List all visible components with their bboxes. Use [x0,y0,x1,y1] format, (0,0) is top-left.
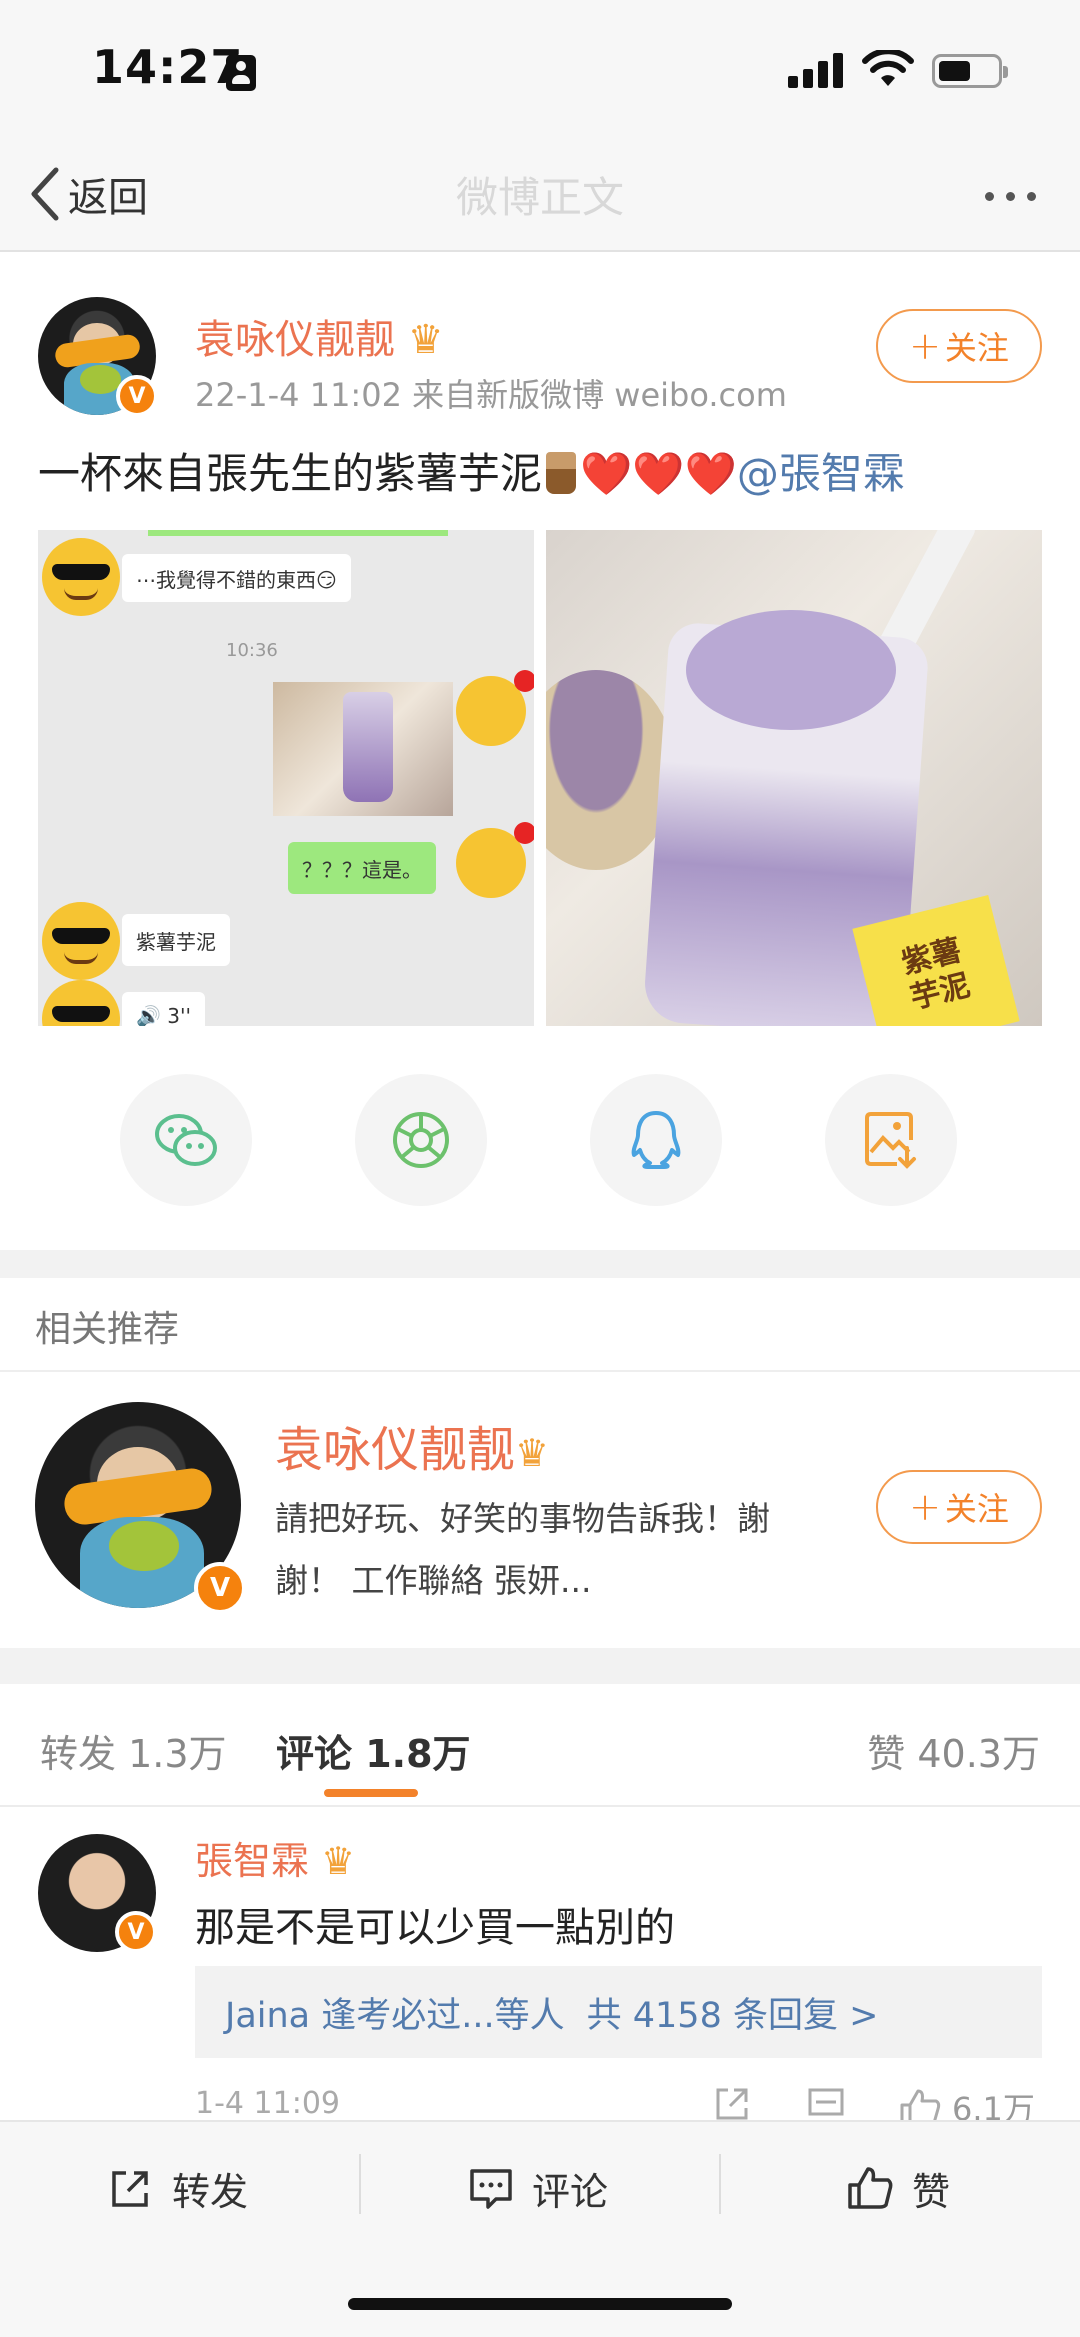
page-title: 微博正文 [455,173,624,222]
sunglasses-emoji [42,538,120,616]
post-image-chat[interactable]: ⋯我覺得不錯的東西😏 10:36 ？？？這是。 紫薯芋泥 🔊 3'' [38,530,534,1026]
sunglasses-emoji [42,980,120,1026]
contact-card-icon [226,55,256,91]
recommend-follow-button[interactable]: + 关注 [876,1470,1042,1544]
wifi-icon [862,50,914,86]
home-indicator[interactable] [348,2298,732,2310]
comment-reply-icon[interactable] [806,2084,846,2124]
save-image-icon [865,1112,916,1169]
crown-icon: ♛ [515,1431,550,1475]
post-author-name[interactable]: 袁咏仪靓靓 ♛ [195,307,444,365]
comment-button[interactable]: 评论 [468,2156,608,2220]
share-wechat-button[interactable] [120,1074,252,1206]
comment-share-icon[interactable] [712,2084,752,2124]
status-time: 14:27 [92,40,244,94]
more-options-button[interactable] [975,176,1045,216]
share-moments-button[interactable] [355,1074,487,1206]
separator [359,2154,361,2214]
chat-time: 10:36 [226,640,278,661]
section-title-recommend: 相关推荐 [35,1309,180,1350]
chat-bubble: 紫薯芋泥 [122,914,230,966]
crown-icon: ♛ [407,317,444,363]
thumbs-up-icon [848,2167,893,2209]
hearts-emoji: ❤️❤️❤️ [580,449,737,498]
qq-icon [631,1111,681,1169]
active-tab-indicator [324,1789,418,1797]
section-divider [0,1648,1080,1684]
chat-photo-thumbnail [273,682,453,816]
comment-tabs: 转发 1.3万 评论 1.8万 赞 40.3万 [0,1687,1080,1807]
repost-button[interactable]: 转发 [108,2156,248,2220]
divider [0,1370,1080,1372]
nav-bar: 返回 微博正文 [0,140,1080,252]
wechat-icon [155,1114,217,1166]
save-image-button[interactable] [825,1074,957,1206]
sunglasses-emoji [42,902,120,980]
verified-badge-icon: V [116,375,158,417]
battery-level [939,61,970,81]
section-divider [0,1250,1080,1278]
status-bar: 14:27 [0,0,1080,140]
cellular-signal-icon [788,52,846,88]
comment-text: 那是不是可以少買一點別的 [195,1905,675,1951]
verified-badge-icon: V [194,1562,246,1614]
like-button[interactable]: 赞 [846,2156,950,2220]
post-meta: 22-1-4 11:02 来自新版微博 weibo.com [195,376,787,414]
mention-link[interactable]: @張智霖 [737,449,905,498]
post-text: 一杯來自張先生的紫薯芋泥 ❤️❤️❤️@張智霖 [38,449,905,498]
tab-repost[interactable]: 转发 1.3万 [40,1723,227,1778]
comment-replies-link[interactable]: Jaina 逢考必过...等人 共 4158 条回复 > [195,1966,1042,2058]
crown-icon: ♛ [321,1839,356,1883]
comment-icon [470,2169,512,2209]
separator [719,2154,721,2214]
moments-icon [393,1112,449,1168]
blush-emoji [456,822,534,898]
bubble-tea-icon [546,452,577,494]
post-image-drink[interactable]: 紫薯 芋泥 [546,530,1042,1026]
tab-comment[interactable]: 评论 1.8万 [276,1723,471,1778]
chat-bubble: ？？？這是。 [288,842,436,894]
plus-icon: + [909,324,941,368]
plus-icon: + [909,1485,941,1529]
share-qq-button[interactable] [590,1074,722,1206]
recommend-description: 請把好玩、好笑的事物告訴我！謝謝！ 工作聯絡 張妍... [275,1499,770,1600]
comment-time: 1-4 11:09 [195,2086,340,2121]
follow-button[interactable]: + 关注 [876,309,1042,383]
battery-icon [932,54,1008,88]
chat-bubble: ⋯我覺得不錯的東西😏 [122,554,351,602]
blush-emoji [456,670,534,746]
tab-like[interactable]: 赞 40.3万 [867,1723,1040,1778]
verified-badge-icon: V [115,1911,157,1953]
voice-message-bubble: 🔊 3'' [122,992,205,1026]
recommend-name[interactable]: 袁咏仪靓靓♛ [275,1410,549,1480]
comment-author-name[interactable]: 張智霖 ♛ [195,1830,355,1885]
repost-icon [112,2171,148,2207]
